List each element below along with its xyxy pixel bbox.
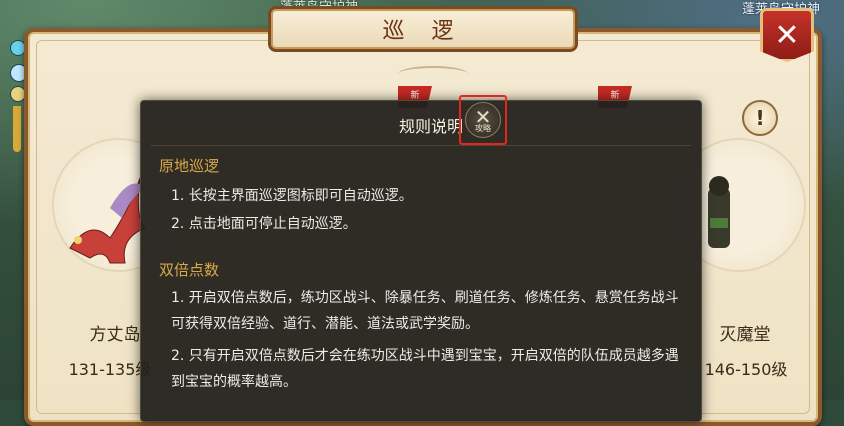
rule-text: 1. 长按主界面巡逻图标即可自动巡逻。	[171, 188, 413, 204]
ornament-swirl	[398, 66, 468, 82]
close-panel-button[interactable]: ✕	[760, 8, 814, 62]
close-sublabel: 攻略	[475, 124, 491, 133]
dialog-title: 规则说明	[398, 117, 463, 136]
rule-text: 2. 只有开启双倍点数后才会在练功区战斗中遇到宝宝，开启双倍的队伍成员越多遇到宝…	[171, 348, 679, 390]
rule-text: 1. 开启双倍点数后，练功区战斗、除暴任务、刷道任务、修炼任务、悬赏任务战斗可获…	[171, 290, 679, 332]
section-title-patrol: 原地巡逻	[159, 157, 220, 175]
dialog-divider	[151, 145, 691, 146]
close-icon: ✕ 攻略	[465, 102, 501, 138]
jade-pendant-decoration	[10, 30, 28, 152]
rules-dialog: 规则说明 ✕ 攻略 原地巡逻 1. 长按主界面巡逻图标即可自动巡逻。 2. 点击…	[140, 95, 702, 422]
info-icon[interactable]: !	[742, 100, 778, 136]
section-title-double-points: 双倍点数	[159, 261, 220, 279]
close-icon: ✕	[774, 17, 800, 53]
rule-text: 2. 点击地面可停止自动巡逻。	[171, 216, 357, 232]
panel-title-banner: 巡 逻	[268, 6, 578, 52]
panel-title: 巡 逻	[382, 19, 464, 44]
dialog-close-button[interactable]: ✕ 攻略	[459, 95, 507, 145]
